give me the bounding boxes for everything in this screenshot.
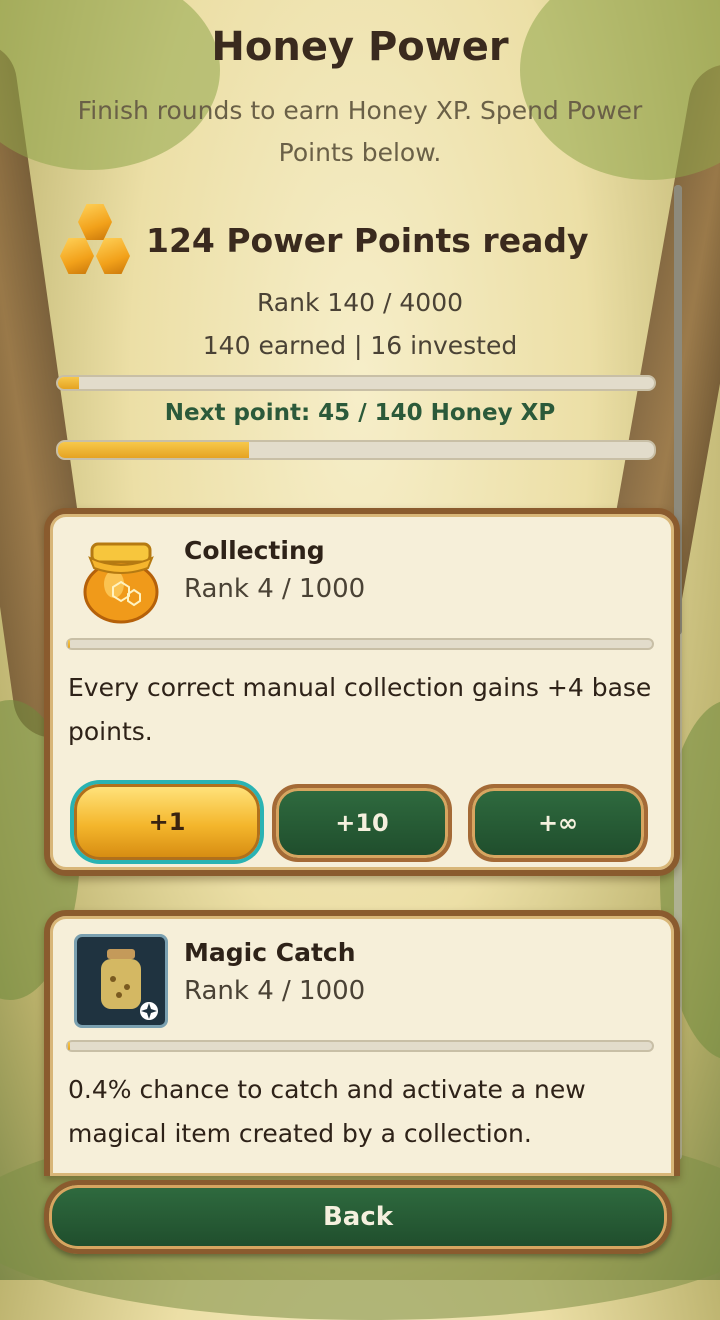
upgrade-description: Every correct manual collection gains +4… [68, 673, 652, 746]
add-10-button[interactable]: +10 [272, 784, 452, 862]
page-title: Honey Power [211, 24, 509, 70]
add-10-label: +10 [335, 809, 389, 837]
magic-jar-icon [74, 934, 168, 1028]
add-1-button[interactable]: +1 [74, 784, 260, 860]
upgrade-progress-fill [68, 640, 71, 648]
upgrade-name: Collecting [184, 536, 325, 565]
xp-progress-bar [56, 440, 656, 460]
overall-rank: Rank 140 / 4000 [256, 288, 464, 317]
add-1-label: +1 [148, 808, 186, 836]
upgrade-card-magic-catch: Magic Catch Rank 4 / 1000 0.4% chance to… [44, 910, 680, 1176]
honey-jar-icon [74, 532, 168, 626]
power-points-label: 124 Power Points ready [146, 220, 589, 260]
next-point-label: Next point: 45 / 140 Honey XP [164, 400, 556, 426]
page-subtitle: Finish rounds to earn Honey XP. Spend Po… [77, 96, 643, 167]
power-points-row: 124 Power Points ready [58, 200, 589, 280]
upgrade-progress-fill [68, 1042, 71, 1050]
upgrade-description: 0.4% chance to catch and activate a new … [68, 1075, 586, 1148]
upgrade-card-collecting: Collecting Rank 4 / 1000 Every correct m… [44, 508, 680, 876]
rank-progress-bar [56, 375, 656, 391]
add-max-label: +∞ [537, 809, 579, 837]
upgrade-progress-bar [66, 638, 654, 650]
rank-progress-fill [58, 377, 79, 389]
upgrade-name: Magic Catch [184, 938, 356, 967]
xp-progress-fill [58, 442, 249, 458]
upgrade-progress-bar [66, 1040, 654, 1052]
back-button[interactable]: Back [44, 1180, 672, 1254]
earned-invested: 140 earned | 16 invested [202, 331, 518, 360]
upgrade-rank: Rank 4 / 1000 [184, 574, 366, 604]
upgrade-rank: Rank 4 / 1000 [184, 976, 366, 1006]
honeycomb-icon [58, 202, 132, 278]
back-label: Back [322, 1202, 394, 1232]
add-max-button[interactable]: +∞ [468, 784, 648, 862]
